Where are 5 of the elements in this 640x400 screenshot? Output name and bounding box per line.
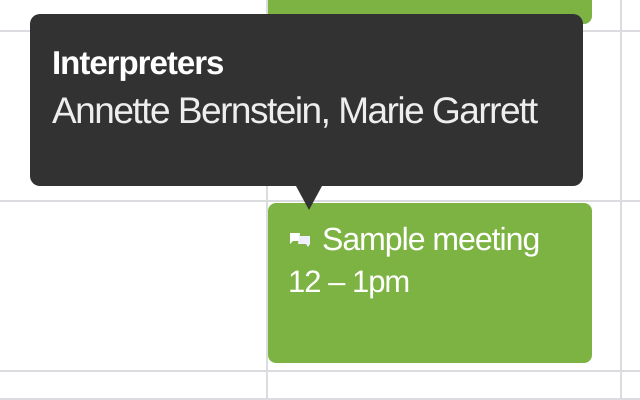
event-title: Sample meeting [322, 221, 540, 258]
event-time: 12 – 1pm [288, 264, 410, 300]
tooltip-text: Annette Bernstein, Marie Garrett [52, 90, 537, 132]
event-block[interactable]: Sample meeting 12 – 1pm [268, 203, 592, 363]
tooltip-title: Interpreters [52, 44, 224, 82]
